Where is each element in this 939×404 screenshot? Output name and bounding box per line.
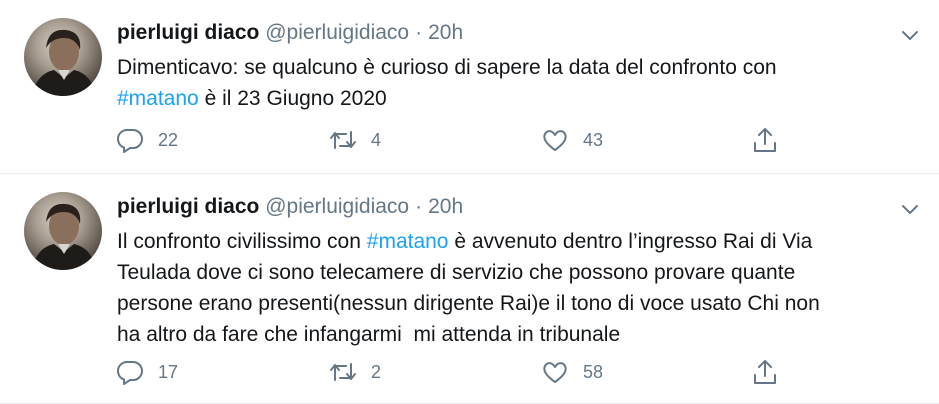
tweet[interactable]: pierluigi diaco @pierluigidiaco · 20h Dime… <box>0 0 939 174</box>
reply-button[interactable]: 17 <box>116 358 178 386</box>
tweet-text-part: Il confronto civilissimo con <box>117 230 367 253</box>
author-handle[interactable]: @pierluigidiaco <box>265 195 409 218</box>
reply-icon <box>116 360 143 385</box>
chevron-down-icon[interactable] <box>899 198 921 220</box>
share-icon <box>754 360 776 384</box>
heart-icon <box>543 130 567 151</box>
retweet-button[interactable]: 2 <box>329 358 381 386</box>
retweet-count: 2 <box>371 362 382 382</box>
separator: · <box>415 21 423 44</box>
author-name[interactable]: pierluigi diaco <box>117 21 259 44</box>
tweet-text-part: Dimenticavo: se qualcuno è curioso di sa… <box>117 56 777 79</box>
retweet-button[interactable]: 4 <box>329 126 381 154</box>
reply-count: 22 <box>158 130 179 150</box>
reply-button[interactable]: 22 <box>116 126 178 154</box>
retweet-icon <box>330 363 356 381</box>
heart-icon <box>543 362 567 383</box>
separator: · <box>415 195 423 218</box>
reply-icon <box>116 128 143 153</box>
timestamp[interactable]: 20h <box>428 195 463 218</box>
reply-count: 17 <box>158 362 179 382</box>
tweet-text: Dimenticavo: se qualcuno è curioso di sa… <box>117 52 907 114</box>
hashtag-link[interactable]: #matano <box>117 87 199 110</box>
avatar[interactable] <box>24 18 102 96</box>
tweet-text: Il confronto civilissimo con #matano è a… <box>117 226 907 350</box>
like-button[interactable]: 58 <box>541 358 603 386</box>
retweet-count: 4 <box>371 130 382 150</box>
author-name[interactable]: pierluigi diaco <box>117 195 259 218</box>
chevron-down-icon[interactable] <box>899 24 921 46</box>
share-button[interactable] <box>751 126 793 154</box>
tweet[interactable]: pierluigi diaco @pierluigidiaco · 20h Il c… <box>0 174 939 404</box>
tweet-text-part: è il 23 Giugno 2020 <box>198 87 387 110</box>
avatar[interactable] <box>24 192 102 270</box>
retweet-icon <box>330 131 356 149</box>
timestamp[interactable]: 20h <box>428 21 463 44</box>
share-icon <box>754 128 776 152</box>
like-count: 43 <box>583 130 604 150</box>
like-button[interactable]: 43 <box>541 126 603 154</box>
like-count: 58 <box>583 362 604 382</box>
author-handle[interactable]: @pierluigidiaco <box>265 21 409 44</box>
hashtag-link[interactable]: #matano <box>367 230 449 253</box>
tweet-header: pierluigi diaco @pierluigidiaco · 20h <box>117 194 463 220</box>
share-button[interactable] <box>751 358 793 386</box>
tweet-header: pierluigi diaco @pierluigidiaco · 20h <box>117 20 463 46</box>
